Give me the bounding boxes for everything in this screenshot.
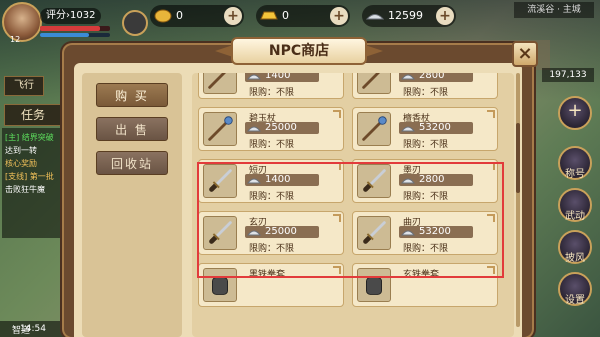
vehicle-tab[interactable]: 飞行 [4,76,44,96]
quest-panel[interactable]: [主] 结界突破 达到一转 核心奖励 [支线] 第一批 击败狂牛魔 [2,128,66,238]
shop-item-card[interactable]: 14001400限购：不限 [198,73,344,99]
sell-tab-button[interactable]: 出 售 [96,117,168,141]
recycle-bin-tab-button[interactable]: 回收站 [96,151,168,175]
gold-ingot-icon [260,11,278,20]
gold-coin-icon [154,9,172,23]
item-price-box: 2800 [399,73,473,82]
silver-ingot-icon [401,126,415,132]
staff-icon [203,112,237,146]
currency-gold-ingot: 0 + [256,5,350,27]
coordinate-readout: 197,133 [542,68,594,82]
add-silver-ingot-button[interactable]: + [436,7,454,25]
quest-line: 击败狂牛魔 [5,185,45,194]
shop-item-card[interactable]: 28002800限购：不限 [352,73,498,99]
currency-gold-coin: 0 + [150,5,244,27]
clock-time: 14:54 [20,324,46,334]
player-info: 12 评分›1032 [0,0,120,45]
item-purchase-limit: 限购：不限 [249,88,295,98]
item-price: 1400 [265,73,291,81]
quest-line: 达到一转 [5,146,37,155]
silver-ingot-value: 12599 [388,9,423,22]
health-bar [40,26,110,31]
item-price-box: 1400 [245,73,319,82]
add-gold-coin-button[interactable]: + [224,7,242,25]
add-gold-ingot-button[interactable]: + [330,7,348,25]
category-column: 购 买 出 售 回收站 [82,73,182,337]
quest-line: [支线] 第一批 [5,172,54,181]
silver-ingot-icon [247,126,261,132]
silver-ingot-icon [366,14,384,20]
settings-button[interactable]: 设置 [558,272,592,306]
item-purchase-limit: 限购：不限 [249,140,295,150]
gold-ingot-value: 0 [282,9,289,22]
map-location-label: 流溪谷 · 主城 [514,2,594,18]
player-level: 12 [10,35,21,44]
dialog-title: NPC商店 [231,37,367,65]
selection-highlight-box [197,162,504,278]
card-corner-ornament [333,110,341,118]
scrollbar-track[interactable] [516,73,520,327]
silver-ingot-icon [401,74,415,80]
staff-icon [203,73,237,94]
staff-icon [357,112,391,146]
shop-item-card[interactable]: 碧玉杖 25000 限购：不限 [198,107,344,151]
item-price-box: 53200 [399,122,473,134]
scrollbar-thumb[interactable] [516,123,520,193]
silver-ingot-icon [247,74,261,80]
item-price: 25000 [265,122,297,133]
close-button[interactable]: × [512,41,538,67]
camera-button[interactable] [122,10,148,36]
quest-line: [主] 结界突破 [5,133,54,142]
currency-silver-ingot: 12599 + [362,5,456,27]
item-price: 2800 [419,73,445,81]
player-avatar[interactable] [2,2,42,42]
item-purchase-limit: 限购：不限 [403,88,449,98]
player-score: 评分›1032 [40,8,102,24]
card-corner-ornament [487,110,495,118]
title-button[interactable]: 称号 [558,146,592,180]
cloak-button[interactable]: 披风 [558,230,592,264]
gold-coin-value: 0 [176,9,183,22]
item-purchase-limit: 限购：不限 [403,140,449,150]
quest-line: 核心奖励 [5,159,37,168]
buy-tab-button[interactable]: 购 买 [96,83,168,107]
item-price: 53200 [419,122,451,133]
martial-button[interactable]: 武动 [558,188,592,222]
item-price-box: 25000 [245,122,319,134]
shop-item-card[interactable]: 檀香杖 53200 限购：不限 [352,107,498,151]
mana-bar [40,33,110,37]
plus-menu-button[interactable]: + [558,96,592,130]
staff-icon [357,73,391,94]
quest-tab[interactable]: 任务 [4,104,62,126]
